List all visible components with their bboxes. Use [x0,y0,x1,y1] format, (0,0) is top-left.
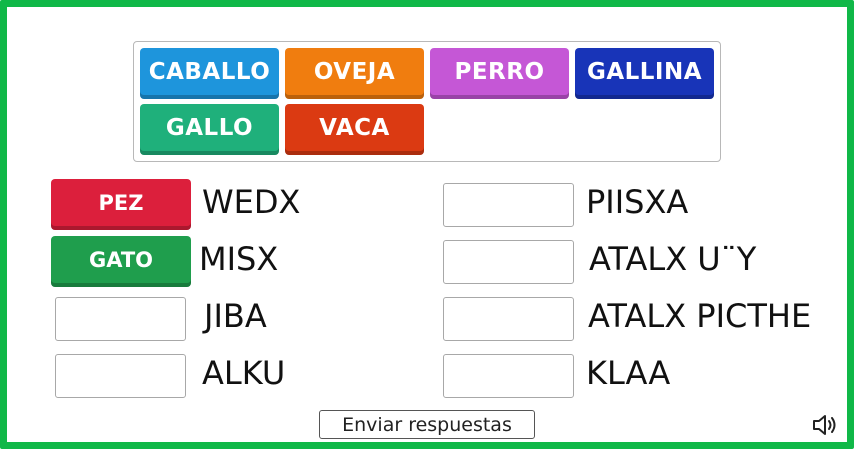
drop-slot[interactable] [443,354,574,398]
tile-oveja[interactable]: OVEJA [285,48,424,99]
target-word: PIISXA [586,183,689,221]
target-word: MISX [199,240,279,278]
drop-slot[interactable] [55,354,186,398]
speaker-icon[interactable] [811,412,839,438]
target-word: WEDX [202,183,301,221]
tile-caballo[interactable]: CABALLO [140,48,279,99]
drop-slot[interactable] [55,297,186,341]
tile-perro[interactable]: PERRO [430,48,569,99]
target-word: KLAA [586,354,671,392]
placed-tile-gato[interactable]: GATO [51,236,191,287]
tile-gallina[interactable]: GALLINA [575,48,714,99]
submit-answers-button[interactable]: Enviar respuestas [319,410,535,439]
placed-tile-pez[interactable]: PEZ [51,179,191,230]
tile-vaca[interactable]: VACA [285,104,424,155]
drop-slot[interactable] [443,183,574,227]
tile-gallo[interactable]: GALLO [140,104,279,155]
drop-slot[interactable] [443,297,574,341]
target-word: ALKU [202,354,286,392]
target-word: JIBA [204,297,267,335]
drop-slot[interactable] [443,240,574,284]
target-word: ATALX PICTHE [588,297,812,335]
target-word: ATALX U¨Y [589,240,757,278]
